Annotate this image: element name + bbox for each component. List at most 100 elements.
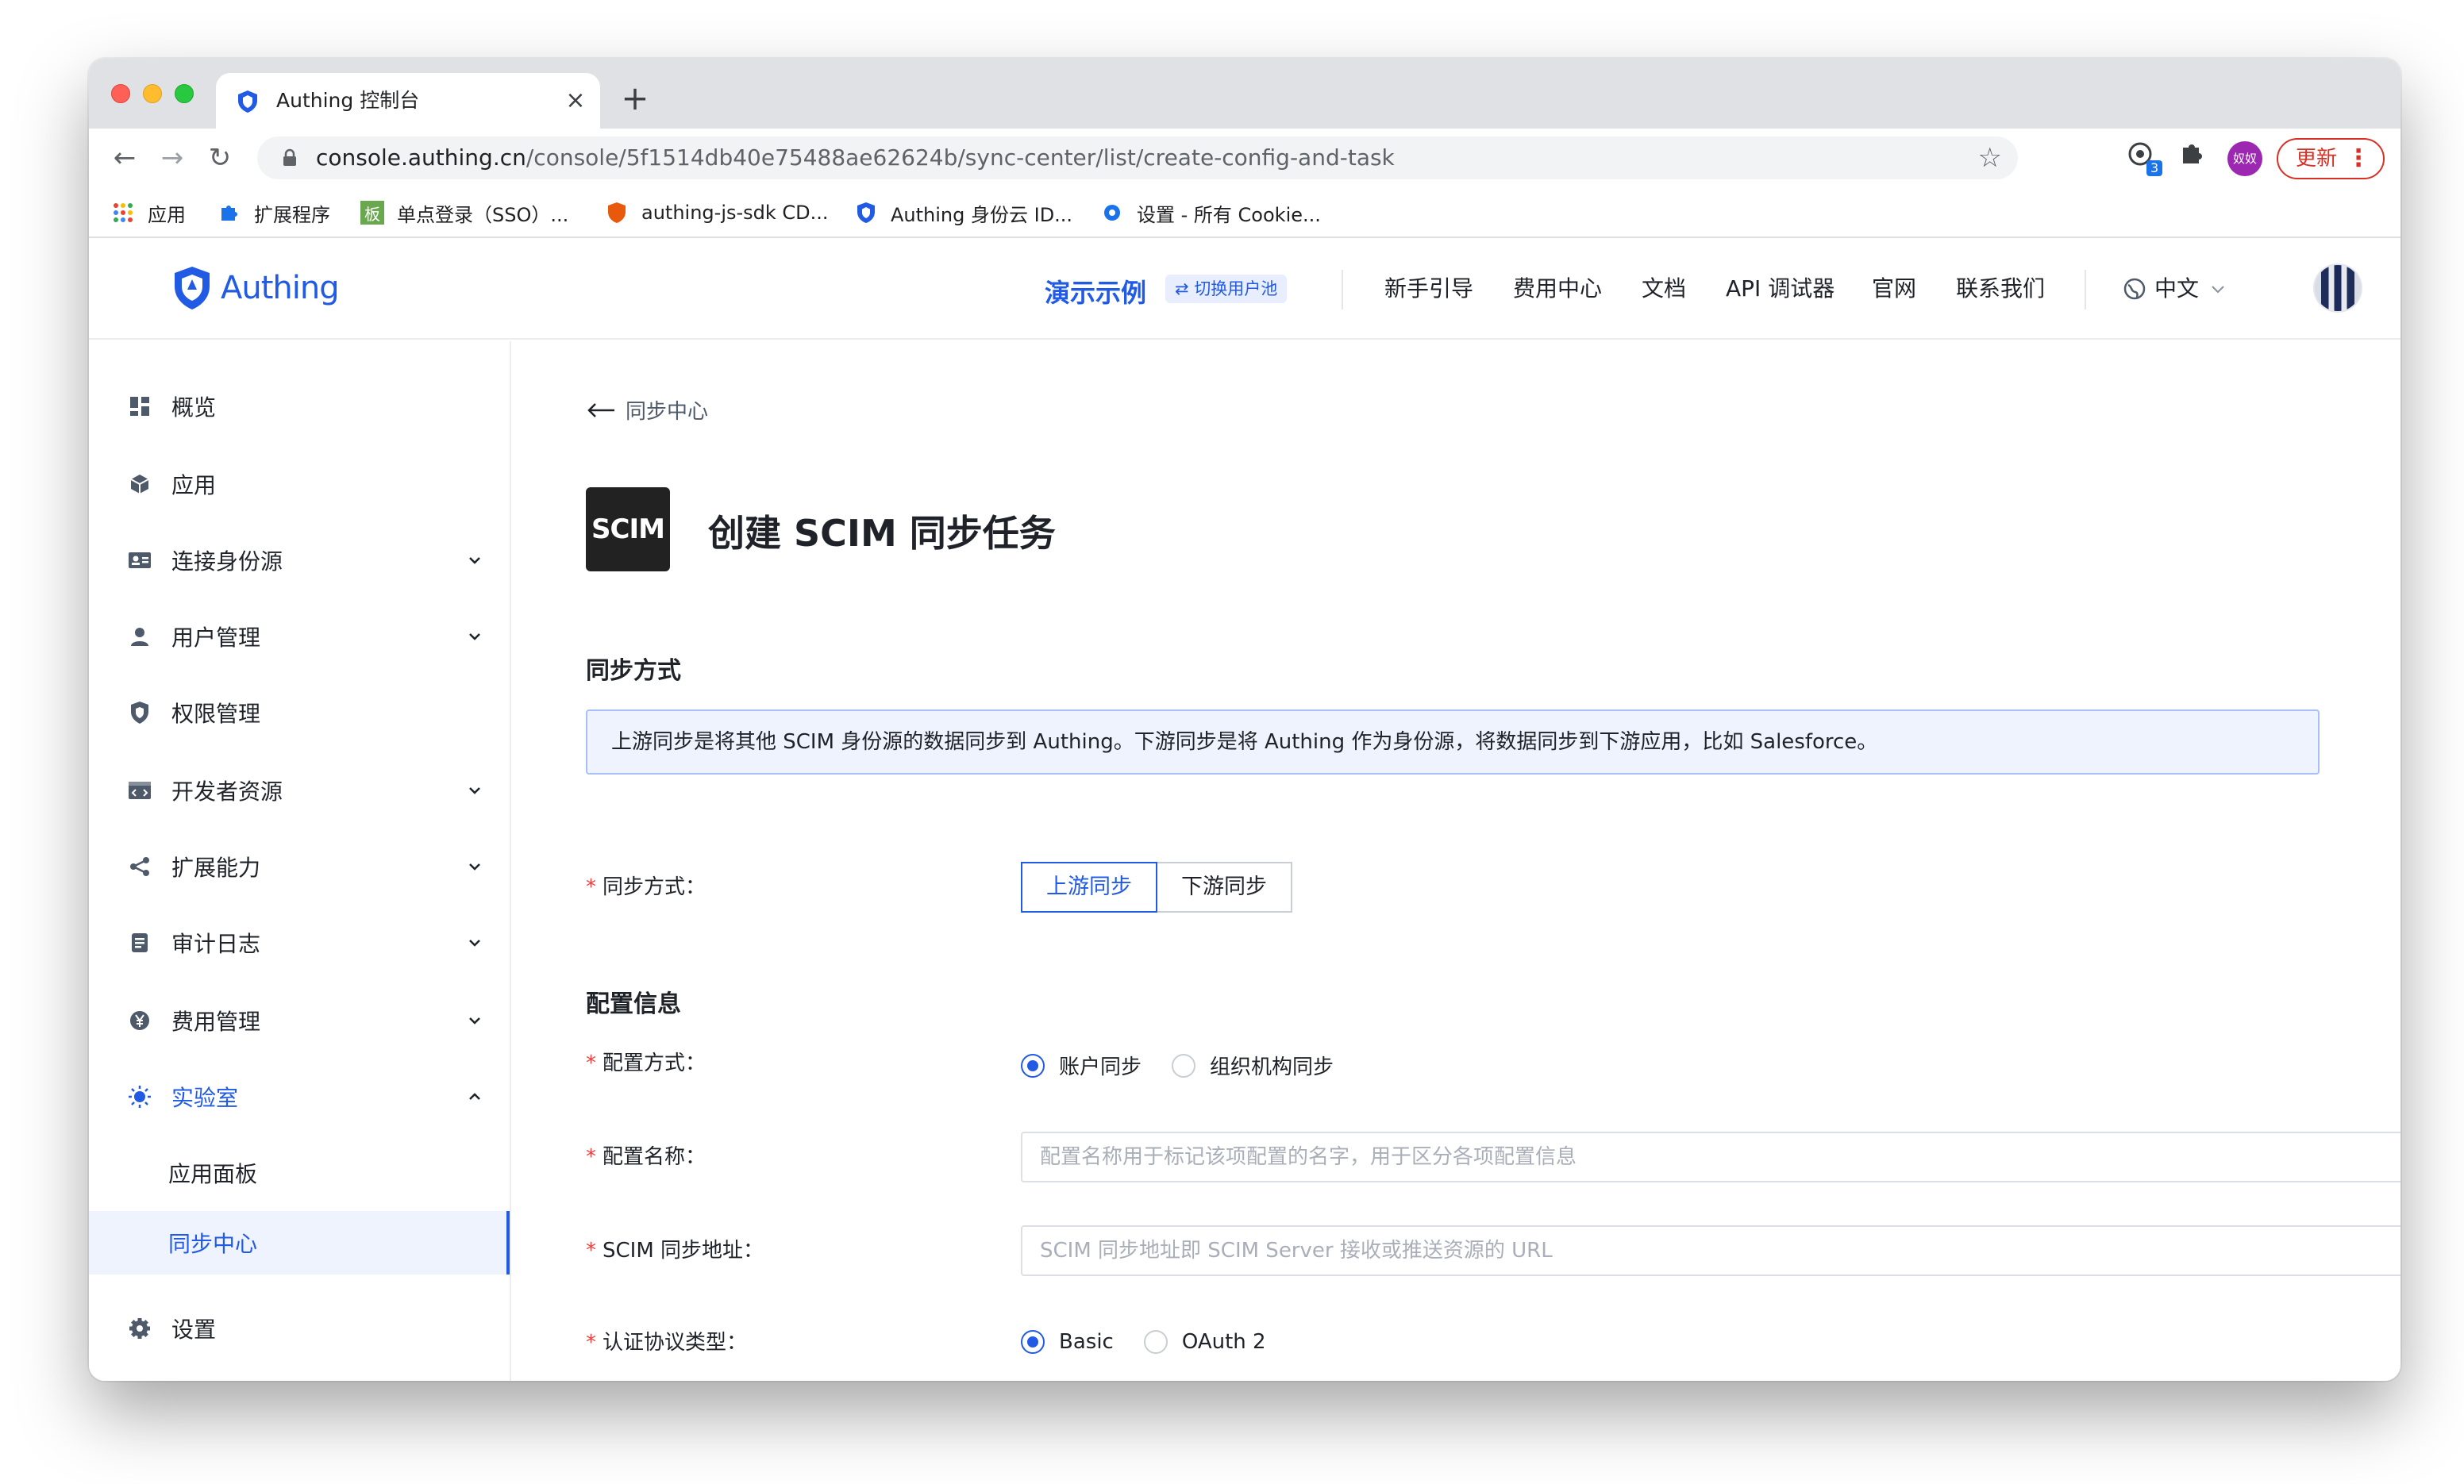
page-title: 创建 SCIM 同步任务 <box>708 512 1056 555</box>
puzzle-icon[interactable] <box>2178 140 2215 176</box>
extension-badge-icon[interactable]: 3 <box>2126 140 2163 176</box>
more-menu-icon[interactable]: ⋮ <box>2347 140 2370 178</box>
sidebar-item-label: 连接身份源 <box>171 548 283 575</box>
nav-onboarding[interactable]: 新手引导 <box>1384 275 1473 303</box>
config-name-input[interactable] <box>1021 1132 2400 1182</box>
scim-logo: SCIM <box>586 487 670 571</box>
bookmark-label: 应用 <box>148 203 186 226</box>
radio-account-sync[interactable] <box>1021 1053 1045 1078</box>
nav-docs[interactable]: 文档 <box>1642 275 1686 303</box>
minimize-window-button[interactable] <box>143 84 162 103</box>
bookmark-star-icon[interactable]: ☆ <box>1978 143 2002 173</box>
userpool-name[interactable]: 演示示例 <box>1045 273 1146 309</box>
sidebar-item-label: 权限管理 <box>171 701 261 727</box>
required-mark: * <box>586 1145 596 1169</box>
globe-icon <box>2123 278 2146 300</box>
bookmark-apps[interactable]: 应用 <box>111 198 186 227</box>
header-divider <box>2085 270 2086 309</box>
bookmark-authing-id[interactable]: Authing 身份云 ID... <box>854 198 1072 227</box>
auth-type-label-text: 认证协议类型： <box>603 1331 748 1355</box>
bookmark-sso[interactable]: 板 单点登录（SSO）... <box>360 198 568 227</box>
new-tab-button[interactable]: + <box>618 81 653 116</box>
sidebar-subitem-sync-center[interactable]: 同步中心 <box>89 1211 510 1274</box>
nav-billing-center[interactable]: 费用中心 <box>1513 275 1602 303</box>
share-icon <box>127 854 152 879</box>
sidebar-subitem-label: 应用面板 <box>168 1161 258 1187</box>
sync-mode-label: * 同步方式： <box>586 873 706 902</box>
tab-strip: Authing 控制台 × + <box>89 59 2400 129</box>
radio-label[interactable]: Basic <box>1059 1330 1114 1354</box>
radio-label[interactable]: 组织机构同步 <box>1210 1051 1334 1080</box>
downstream-sync-option[interactable]: 下游同步 <box>1156 862 1292 913</box>
back-link[interactable]: 同步中心 <box>586 395 708 425</box>
nav-api-explorer[interactable]: API 调试器 <box>1726 275 1835 303</box>
bookmark-extensions[interactable]: 扩展程序 <box>218 198 330 227</box>
sidebar-item-label: 费用管理 <box>171 1009 261 1035</box>
tab-title: Authing 控制台 <box>276 89 420 112</box>
sync-mode-label-text: 同步方式： <box>603 875 706 899</box>
upstream-sync-option[interactable]: 上游同步 <box>1021 862 1157 913</box>
auth-type-radio-group: Basic OAuth 2 <box>1021 1330 1296 1354</box>
radio-org-sync[interactable] <box>1172 1053 1196 1078</box>
user-avatar[interactable] <box>2313 263 2362 313</box>
required-mark: * <box>586 1051 596 1075</box>
config-mode-label-text: 配置方式： <box>603 1051 706 1075</box>
profile-avatar[interactable]: 奴奴 <box>2227 141 2262 176</box>
sidebar-item-lab[interactable]: 实验室 <box>89 1059 510 1135</box>
forward-arrow-icon[interactable]: → <box>152 138 192 178</box>
cube-icon <box>127 471 152 497</box>
log-icon <box>127 930 152 955</box>
update-label: 更新 <box>2296 147 2338 171</box>
sidebar-item-extensions[interactable]: 扩展能力 <box>89 829 510 905</box>
sidebar-item-user-management[interactable]: 用户管理 <box>89 598 510 675</box>
radio-label[interactable]: 账户同步 <box>1059 1051 1142 1080</box>
config-mode-label: * 配置方式： <box>586 1049 706 1078</box>
sidebar-item-apps[interactable]: 应用 <box>89 446 510 522</box>
bulb-icon <box>127 1084 152 1109</box>
bookmark-authing-js-sdk[interactable]: authing-js-sdk CD... <box>605 198 829 227</box>
chevron-down-icon <box>469 1017 480 1025</box>
scim-url-input[interactable] <box>1021 1225 2400 1276</box>
bookmark-label: authing-js-sdk CD... <box>641 202 829 224</box>
radio-basic[interactable] <box>1021 1330 1045 1354</box>
close-window-button[interactable] <box>111 84 130 103</box>
sidebar-item-developer-resources[interactable]: 开发者资源 <box>89 752 510 829</box>
address-bar[interactable]: console.authing.cn/console/5f1514db40e75… <box>257 136 2018 179</box>
chevron-down-icon <box>469 863 480 871</box>
sidebar-item-settings[interactable]: 设置 <box>89 1290 510 1367</box>
id-card-icon <box>127 548 152 573</box>
sidebar-item-label: 实验室 <box>171 1085 239 1111</box>
chevron-up-icon <box>469 1093 480 1100</box>
authing-logo[interactable]: Authing <box>171 265 340 311</box>
update-button[interactable]: 更新 ⋮ <box>2277 138 2385 179</box>
language-switcher[interactable]: 中文 <box>2123 275 2226 303</box>
bookmark-cookie-settings[interactable]: 设置 - 所有 Cookie... <box>1100 198 1321 227</box>
radio-oauth2[interactable] <box>1143 1330 1168 1354</box>
logo-text: Authing <box>221 270 340 306</box>
bookmark-label: 扩展程序 <box>254 203 330 226</box>
tab-close-icon[interactable]: × <box>562 87 589 114</box>
maximize-window-button[interactable] <box>175 84 194 103</box>
lock-icon <box>283 148 296 166</box>
sidebar-subitem-app-panel[interactable]: 应用面板 <box>89 1135 510 1211</box>
sidebar-item-billing[interactable]: 费用管理 <box>89 982 510 1059</box>
sidebar-item-overview[interactable]: 概览 <box>89 368 510 444</box>
switch-userpool-button[interactable]: ⇄ 切换用户池 <box>1165 275 1288 303</box>
required-mark: * <box>586 1239 596 1263</box>
sidebar-item-label: 扩展能力 <box>171 855 261 881</box>
sidebar-item-label: 开发者资源 <box>171 779 283 805</box>
sidebar-item-permissions[interactable]: 权限管理 <box>89 675 510 751</box>
sidebar-item-identity-sources[interactable]: 连接身份源 <box>89 522 510 598</box>
radio-label[interactable]: OAuth 2 <box>1182 1330 1266 1354</box>
sidebar-item-audit-logs[interactable]: 审计日志 <box>89 905 510 981</box>
browser-tab[interactable]: Authing 控制台 × <box>216 73 600 129</box>
required-mark: * <box>586 875 596 899</box>
yen-icon <box>127 1008 152 1033</box>
back-arrow-icon[interactable]: ← <box>105 138 144 178</box>
bookmark-label: 设置 - 所有 Cookie... <box>1137 203 1321 226</box>
nav-contact[interactable]: 联系我们 <box>1956 275 2045 303</box>
reload-icon[interactable]: ↻ <box>200 138 240 178</box>
authing-shield-logo-icon <box>175 267 210 309</box>
nav-website[interactable]: 官网 <box>1872 275 1916 303</box>
sidebar-subitem-label: 同步中心 <box>168 1231 258 1257</box>
